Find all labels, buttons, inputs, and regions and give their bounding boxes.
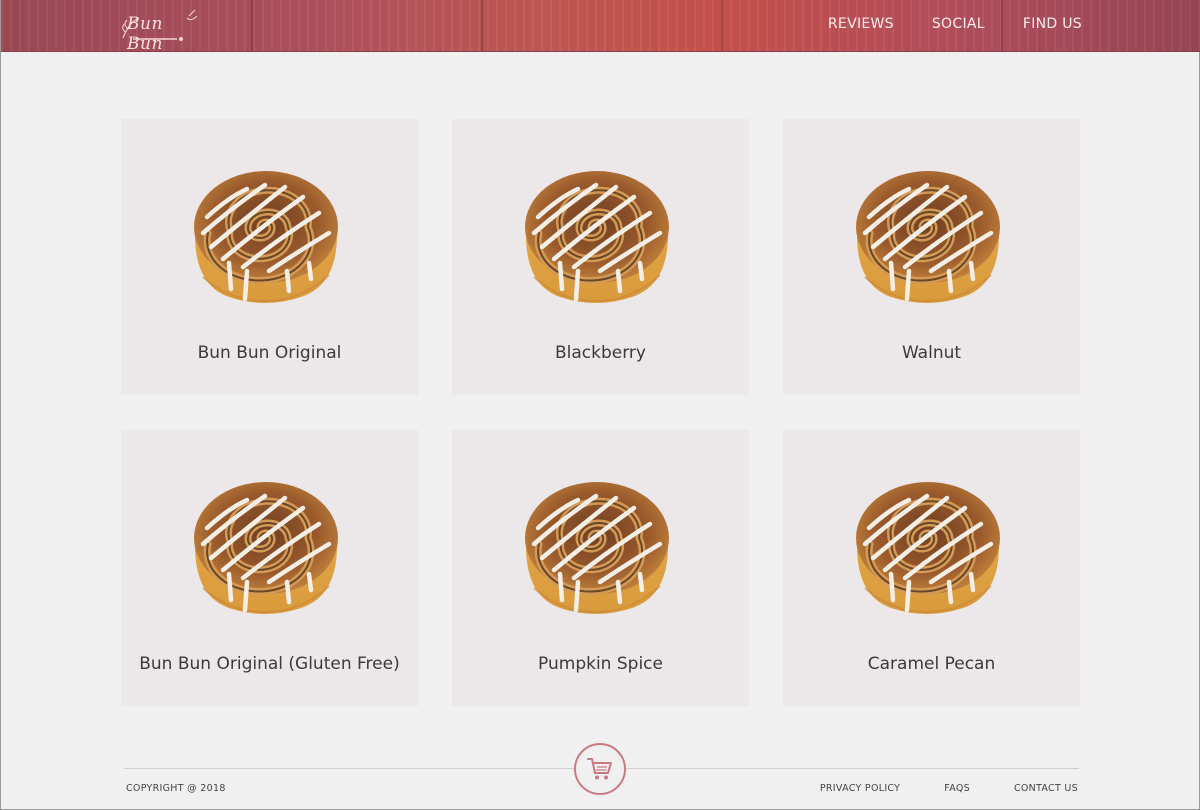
product-name: Walnut (901, 343, 962, 363)
privacy-policy-link[interactable]: PRIVACY POLICY (820, 783, 900, 794)
logo-text: Bun Bun (127, 14, 163, 52)
wood-plank-seam (481, 0, 483, 51)
wood-plank-seam (251, 0, 253, 51)
product-name: Bun Bun Original (197, 343, 342, 363)
copyright-text: COPYRIGHT @ 2018 (126, 783, 226, 794)
product-card[interactable]: Caramel Pecan (783, 430, 1080, 706)
product-name: Blackberry (555, 343, 646, 363)
product-name: Caramel Pecan (867, 654, 996, 674)
product-grid: Bun Bun Original Blackberry Walnut Bun B… (121, 119, 1081, 706)
shopping-cart-icon (587, 758, 612, 780)
cinnamon-bun-image (520, 478, 672, 620)
contact-us-link[interactable]: CONTACT US (1014, 783, 1078, 794)
main-nav: REVIEWS SOCIAL FIND US (790, 16, 1082, 32)
site-header: Bun Bun REVIEWS SOCIAL FIND US (1, 0, 1200, 52)
product-card[interactable]: Pumpkin Spice (452, 430, 749, 706)
cinnamon-bun-image (189, 167, 341, 309)
faqs-link[interactable]: FAQS (944, 783, 970, 794)
footer-links: PRIVACY POLICY FAQS CONTACT US (776, 783, 1078, 794)
nav-find-us[interactable]: FIND US (1023, 16, 1082, 32)
product-card[interactable]: Bun Bun Original (121, 119, 418, 395)
bun-bun-logo[interactable]: Bun Bun (119, 8, 203, 51)
product-name: Bun Bun Original (Gluten Free) (139, 654, 400, 674)
wood-plank-seam (721, 0, 723, 51)
cinnamon-bun-image (520, 167, 672, 309)
product-card[interactable]: Blackberry (452, 119, 749, 395)
nav-reviews[interactable]: REVIEWS (828, 16, 894, 32)
nav-social[interactable]: SOCIAL (932, 16, 985, 32)
product-name: Pumpkin Spice (538, 654, 663, 674)
product-card[interactable]: Bun Bun Original (Gluten Free) (121, 430, 418, 706)
product-card[interactable]: Walnut (783, 119, 1080, 395)
cinnamon-bun-image (189, 478, 341, 620)
cinnamon-bun-image (851, 478, 1003, 620)
cinnamon-bun-image (851, 167, 1003, 309)
cart-button[interactable] (574, 743, 626, 795)
